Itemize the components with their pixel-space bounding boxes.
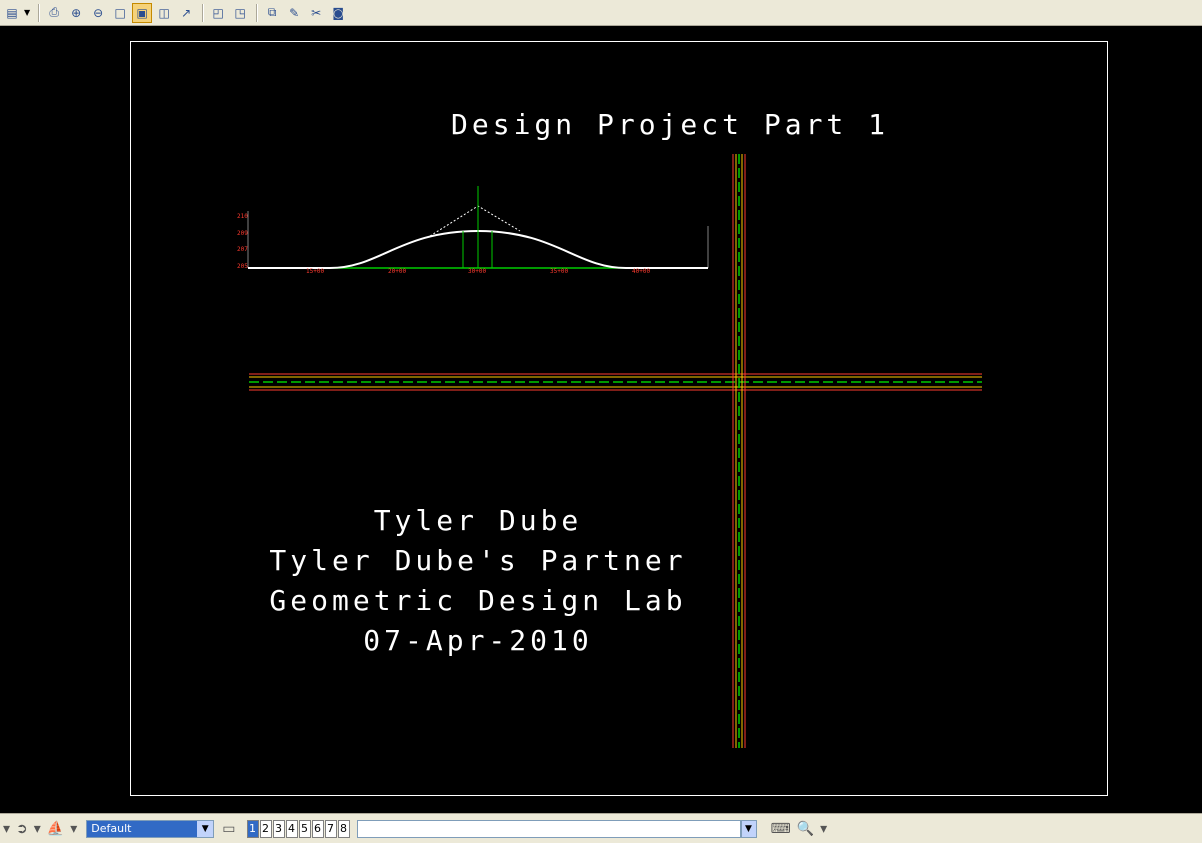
view-next-icon[interactable]: ◳ (230, 3, 250, 23)
credit-lab: Geometric Design Lab (269, 584, 687, 617)
view-selector-value: Default (87, 820, 198, 837)
chevron-down-icon[interactable]: ▾ (820, 821, 827, 837)
toolbar-separator (38, 3, 41, 22)
status-bar: ▾ ➲ ▾ ⛵ ▾ Default ▼ ▭ 1 2 3 4 5 6 7 8 ▼ … (0, 813, 1202, 843)
profile-elev-label: 209 (237, 230, 248, 237)
tentative-point-icon[interactable]: ⛵ (47, 821, 64, 837)
rotate-icon[interactable]: ↗ (176, 3, 196, 23)
toolbar-separator (202, 3, 205, 22)
toolbar-separator (256, 3, 259, 22)
profile-station-label: 20+00 (388, 268, 406, 275)
drawing-title: Design Project Part 1 (451, 108, 890, 141)
chevron-down-icon[interactable]: ▾ (70, 821, 77, 837)
view-icon[interactable]: ◫ (154, 3, 174, 23)
view-groups-icon[interactable]: ▭ (222, 821, 235, 837)
print-icon[interactable]: ⎙ (44, 3, 64, 23)
profile-view: 210 209 207 205 15+00 20+00 30+00 35+00 … (237, 186, 709, 275)
view-number-bar: 1 2 3 4 5 6 7 8 (246, 819, 351, 838)
zoom-in-icon[interactable]: ⊕ (66, 3, 86, 23)
view-selector[interactable]: Default ▼ (86, 819, 215, 838)
camera-icon[interactable]: ◙ (328, 3, 348, 23)
profile-station-label: 35+00 (550, 268, 568, 275)
chevron-down-icon[interactable]: ▼ (24, 8, 30, 17)
view-button-4[interactable]: 4 (285, 819, 298, 838)
credit-date: 07-Apr-2010 (363, 624, 593, 657)
clip-icon[interactable]: ✂ (306, 3, 326, 23)
display-icon[interactable]: ✎ (284, 3, 304, 23)
horizontal-road (249, 373, 982, 391)
chevron-down-icon[interactable]: ▼ (740, 819, 757, 838)
command-input[interactable] (356, 819, 741, 838)
profile-station-label: 15+00 (306, 268, 324, 275)
key-in-icon[interactable]: ⌨ (771, 821, 791, 837)
zoom-out-icon[interactable]: ⊖ (88, 3, 108, 23)
view-button-2[interactable]: 2 (259, 819, 272, 838)
view-button-5[interactable]: 5 (298, 819, 311, 838)
chevron-down-icon[interactable]: ▾ (34, 821, 41, 837)
view-button-8[interactable]: 8 (337, 819, 350, 838)
views-icon[interactable]: ▤ (2, 3, 22, 23)
credit-partner: Tyler Dube's Partner (269, 544, 687, 577)
view-button-3[interactable]: 3 (272, 819, 285, 838)
profile-elev-label: 210 (237, 213, 248, 220)
vertical-road (732, 154, 746, 748)
copy-view-icon[interactable]: ⧉ (262, 3, 282, 23)
profile-elev-label: 205 (237, 263, 248, 270)
view-button-6[interactable]: 6 (311, 819, 324, 838)
fit-view-icon[interactable]: ▣ (132, 2, 153, 23)
profile-station-label: 30+00 (468, 268, 486, 275)
credit-author: Tyler Dube (373, 504, 583, 537)
window-area-icon[interactable]: □ (110, 3, 130, 23)
main-toolbar: ▤ ▼ ⎙ ⊕ ⊖ □ ▣ ◫ ↗ ◰ ◳ ⧉ ✎ ✂ ◙ (0, 0, 1202, 26)
profile-elev-label: 207 (237, 246, 248, 253)
cad-geometry: 210 209 207 205 15+00 20+00 30+00 35+00 … (237, 154, 982, 748)
chevron-down-icon[interactable]: ▼ (197, 820, 214, 837)
chevron-down-icon[interactable]: ▾ (3, 821, 10, 837)
view-button-1[interactable]: 1 (246, 819, 259, 838)
zoom-icon[interactable]: 🔍 (797, 821, 814, 837)
view-previous-icon[interactable]: ◰ (208, 3, 228, 23)
profile-station-label: 40+00 (632, 268, 650, 275)
drawing-canvas[interactable]: 210 209 207 205 15+00 20+00 30+00 35+00 … (0, 26, 1202, 816)
view-button-7[interactable]: 7 (324, 819, 337, 838)
forward-circle-icon[interactable]: ➲ (16, 821, 28, 837)
